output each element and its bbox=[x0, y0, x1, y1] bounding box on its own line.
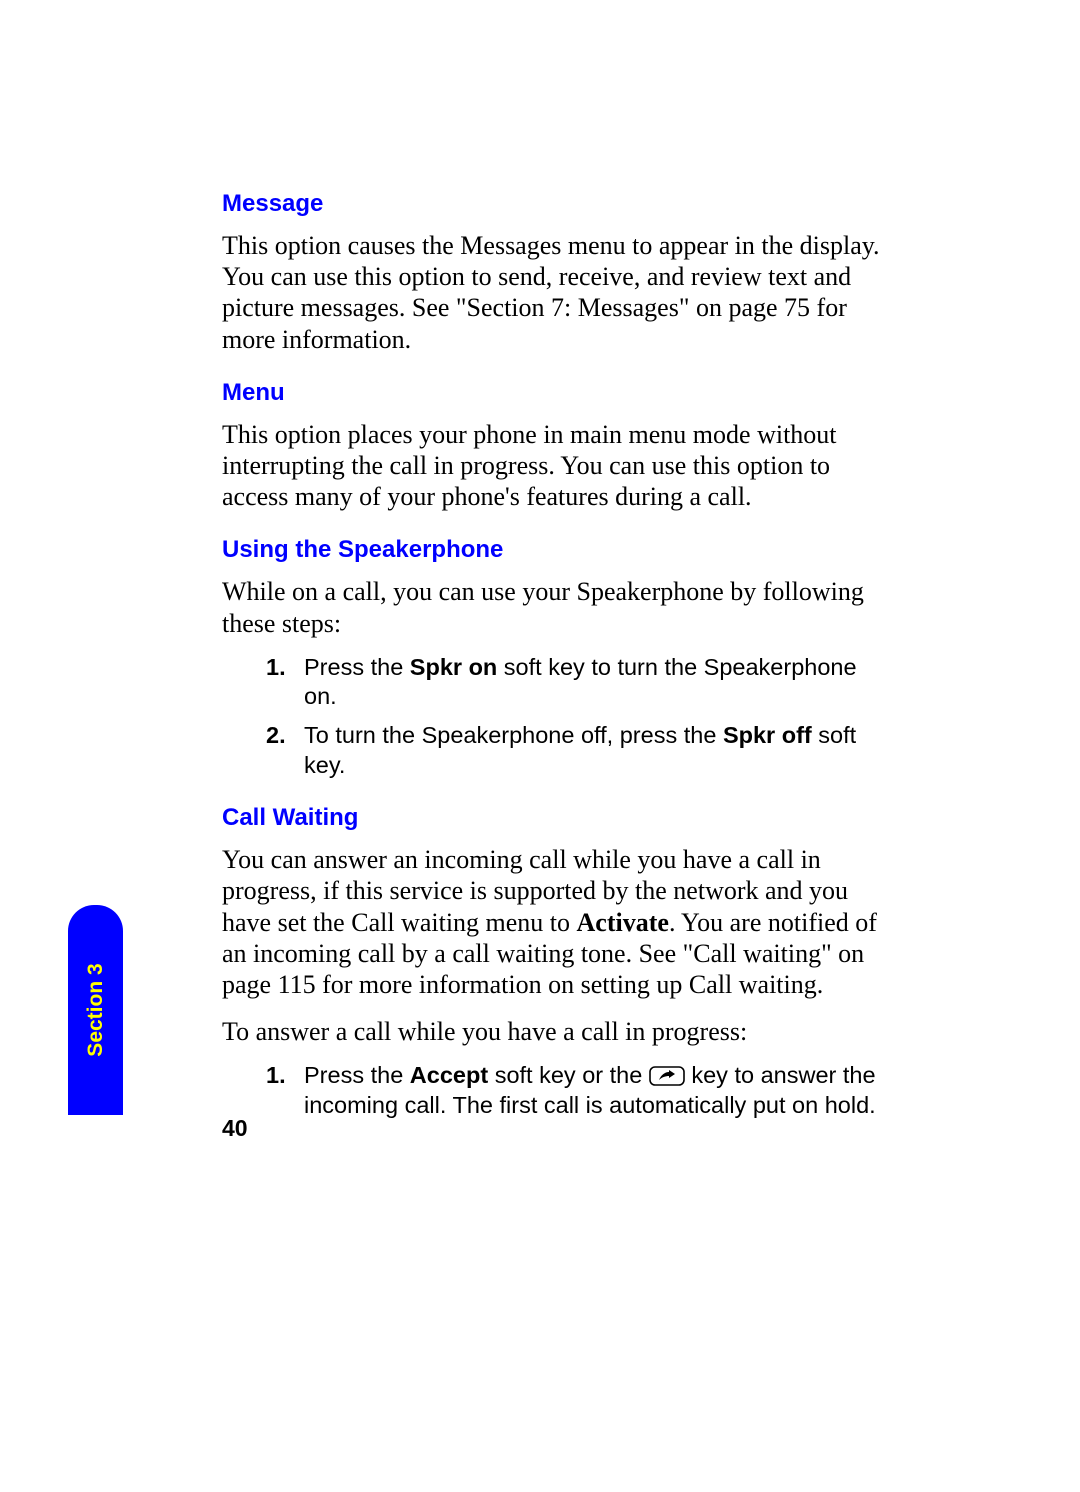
heading-call-waiting: Call Waiting bbox=[222, 804, 892, 832]
para-call-waiting-1: You can answer an incoming call while yo… bbox=[222, 844, 892, 1000]
text: Press the bbox=[304, 654, 410, 680]
send-key-icon bbox=[649, 1066, 685, 1086]
text-bold: Activate bbox=[577, 908, 669, 937]
para-call-waiting-2: To answer a call while you have a call i… bbox=[222, 1016, 892, 1047]
list-item: 2. To turn the Speakerphone off, press t… bbox=[304, 721, 892, 780]
text: To turn the Speakerphone off, press the bbox=[304, 722, 723, 748]
para-menu: This option places your phone in main me… bbox=[222, 419, 892, 513]
heading-speakerphone: Using the Speakerphone bbox=[222, 536, 892, 564]
para-message: This option causes the Messages menu to … bbox=[222, 230, 892, 355]
list-call-waiting: 1. Press the Accept soft key or the key … bbox=[222, 1061, 892, 1120]
text-bold: Accept bbox=[410, 1062, 488, 1088]
section-tab: Section 3 bbox=[68, 905, 123, 1115]
page: Message This option causes the Messages … bbox=[0, 0, 1080, 1492]
text-bold: Spkr on bbox=[410, 654, 497, 680]
heading-menu: Menu bbox=[222, 379, 892, 407]
page-number: 40 bbox=[222, 1115, 248, 1142]
section-tab-label: Section 3 bbox=[84, 963, 108, 1056]
list-speakerphone: 1. Press the Spkr on soft key to turn th… bbox=[222, 653, 892, 781]
text: soft key or the bbox=[488, 1062, 649, 1088]
list-marker: 1. bbox=[266, 1061, 286, 1090]
heading-message: Message bbox=[222, 190, 892, 218]
list-item: 1. Press the Spkr on soft key to turn th… bbox=[304, 653, 892, 712]
list-marker: 2. bbox=[266, 721, 286, 750]
para-speakerphone-intro: While on a call, you can use your Speake… bbox=[222, 576, 892, 638]
list-marker: 1. bbox=[266, 653, 286, 682]
list-item: 1. Press the Accept soft key or the key … bbox=[304, 1061, 892, 1120]
text: Press the bbox=[304, 1062, 410, 1088]
text-bold: Spkr off bbox=[723, 722, 812, 748]
page-content: Message This option causes the Messages … bbox=[222, 190, 892, 1144]
